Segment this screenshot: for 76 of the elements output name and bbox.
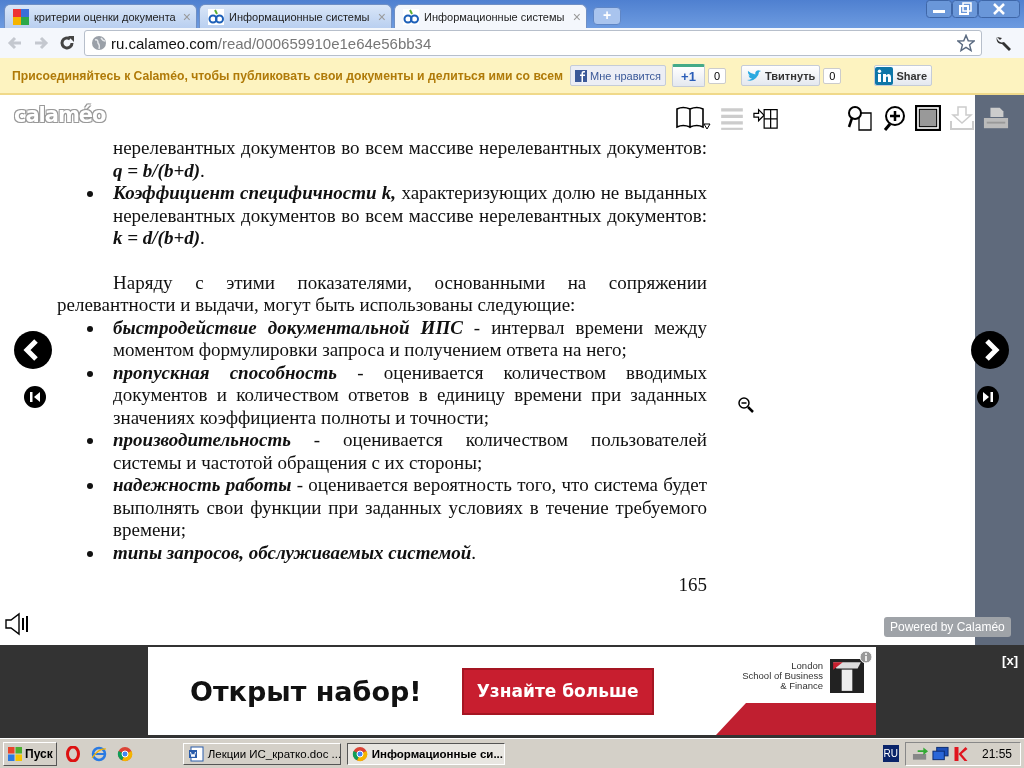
document-paragraph: пропускная способность - оценивается количеством вводимых документов и количеством ответов в единицу времени при заданных значениях коэффициента полноты и точности; [113,361,707,429]
zoom-in-icon[interactable] [881,105,907,131]
ad-close-button[interactable]: [x] [1002,653,1018,668]
f-square-icon [575,69,587,82]
like-button[interactable]: Мне нравится [570,65,667,86]
plus-one-button[interactable]: +1 [672,64,705,87]
book-menu-icon[interactable] [675,105,711,131]
language-indicator[interactable]: RU [882,745,899,762]
close-icon[interactable] [978,0,1020,18]
first-page-button[interactable] [24,386,46,408]
tab-title: критерии оценки документа [34,10,177,23]
star-icon[interactable] [957,34,975,52]
tweet-button[interactable]: Твитнуть [741,65,821,86]
document-paragraph: типы запросов, обслуживаемых системой. [113,541,477,564]
info-message: Присоединяйтесь к Calaméo, чтобы публиковать свои документы и делиться ими со всем [12,68,563,83]
letter-o-icon[interactable] [64,745,81,762]
document-paragraph: быстродействие документальной ИПС - интервал времени между моментом формулировки запроса и получением ответа на него; [113,316,707,362]
round-browser-icon[interactable] [116,745,133,762]
document-w-icon [187,745,204,762]
document-paragraph: Коэффициент специфичности k, характеризующих долю не выданных нерелевантных документов во всем массиве нерелевантных документов: k = d/(b+d). [113,182,707,250]
task-label: Лекции ИС_кратко.doc ... [207,747,342,760]
bird-icon [746,69,763,82]
column-logo-icon [830,659,864,693]
task-label: Информационные си... [371,747,503,760]
restore-icon[interactable] [952,0,978,18]
next-page-button[interactable] [970,330,1010,370]
round-browser-icon [351,745,368,762]
previous-page-button[interactable] [13,330,53,370]
document-paragraph: нерелевантных документов во всем массиве нерелевантных документов: q = b/(b+d). [113,137,707,182]
address-bar[interactable]: ru.calameo.com/read/000659910e1e64e56bb34 [84,30,982,56]
bullet-icon [87,550,93,557]
browser-tab[interactable]: Информационные системы × [199,4,392,28]
windows-flag-icon [7,745,23,762]
page-number: 165 [677,574,707,597]
bullet-icon [87,191,93,197]
ad-banner[interactable]: Открыт набор! Узнайте больше London School of Business & Finance [148,647,876,735]
ad-headline: Открыт набор! [190,675,422,707]
tab-title: Информационные системы [424,10,566,23]
brand-name: London [791,661,823,671]
info-icon[interactable] [859,650,873,664]
speaker-icon[interactable] [5,612,31,636]
logo: calaméo [14,103,106,127]
document-paragraph: Наряду с этими показателями, основанными на сопряжении релевантности и выдачи, могут быть использованы следующие: [57,271,707,317]
clock: 21:55 [981,746,1012,761]
zoom-out-cursor-icon [738,397,754,413]
rings-favicon-icon [403,8,419,25]
bullet-icon [87,438,93,444]
reload-icon[interactable] [58,34,76,52]
print-icon[interactable] [983,105,1009,131]
bullet-icon [87,370,93,377]
tweet-count: 0 [823,67,842,84]
taskbar-button[interactable]: Лекции ИС_кратко.doc ... [182,742,341,765]
learn-more-button[interactable]: Узнайте больше [461,667,654,715]
share-count: 0 [707,67,727,84]
document-search-icon[interactable] [847,105,873,131]
rings-favicon-icon [208,8,224,25]
brand-name: & Finance [780,681,823,691]
tab-title: Информационные системы [229,10,371,23]
brand-name: School of Business [742,671,823,681]
start-button[interactable]: Пуск [3,741,57,766]
browser-tab[interactable]: критерии оценки документа × [4,4,197,28]
minimize-icon[interactable] [926,0,952,18]
multicolor-square-icon [13,8,29,25]
browser-tab[interactable]: Информационные системы × [394,4,587,28]
globe-icon [91,35,107,51]
monitors-icon[interactable] [931,745,949,762]
bullet-icon [87,325,93,332]
share-button[interactable]: Share [874,65,932,86]
bullet-icon [87,483,93,489]
letter-e-icon[interactable] [90,745,107,762]
document-paragraph: производительность - оценивается количеством пользователей системы и частотой обращения с их стороны; [113,429,707,474]
in-square-icon [875,66,894,85]
taskbar-button[interactable]: Информационные си... [346,742,505,765]
fullscreen-icon[interactable] [915,105,941,131]
last-page-button[interactable] [977,386,999,408]
document-paragraph: надежность работы - оценивается вероятность того, что система будет выполнять свои функции при заданных условиях в течение требуемого времени; [113,474,707,542]
